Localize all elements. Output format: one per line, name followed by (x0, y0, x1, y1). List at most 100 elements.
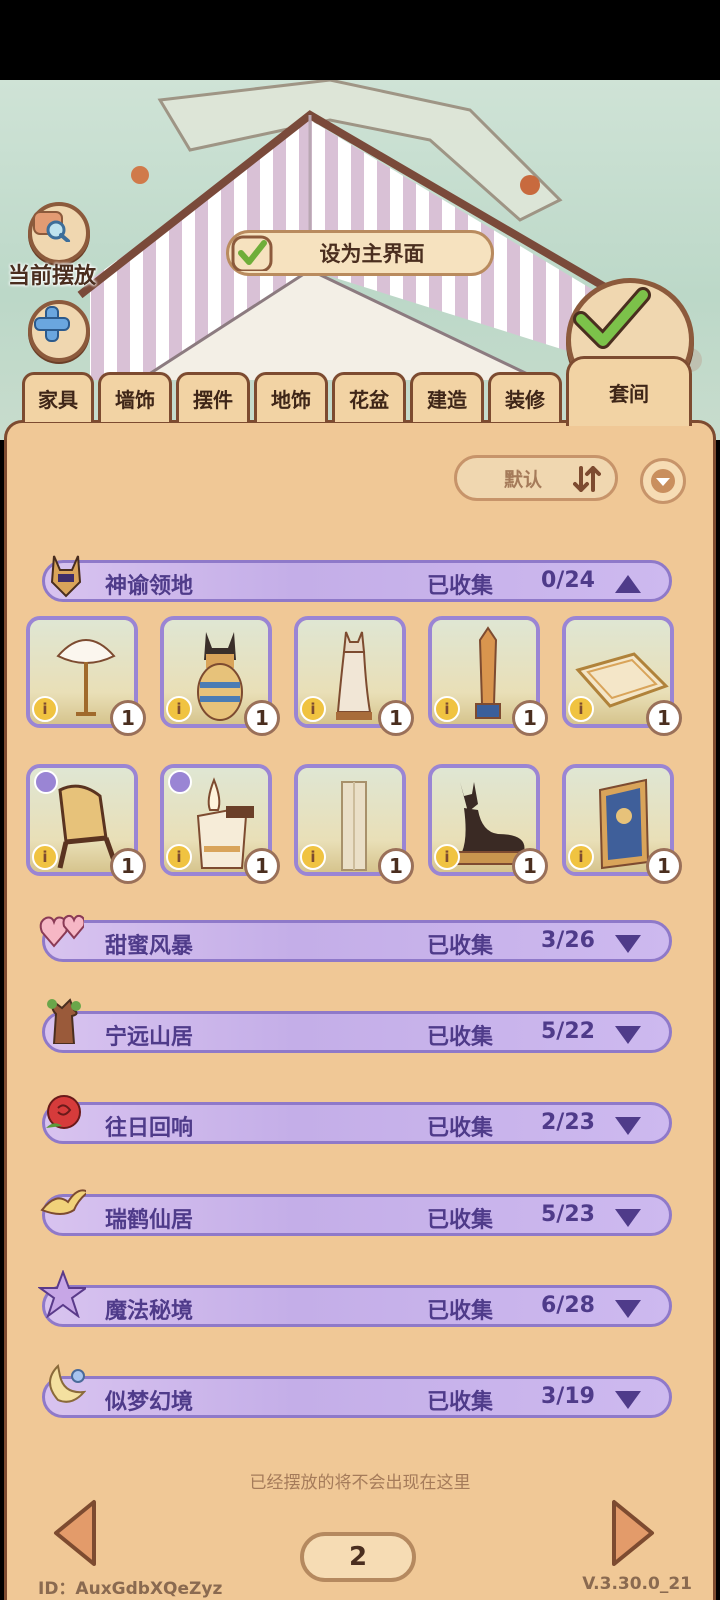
item-quantity: 1 (512, 700, 548, 736)
collected-label: 已收集 (427, 934, 494, 959)
tab-wall-decor[interactable]: 墙饰 (98, 372, 172, 422)
suite-name: 瑞鹤仙居 (105, 1208, 194, 1233)
item-card[interactable]: i 1 (26, 616, 146, 736)
check-icon (573, 287, 651, 349)
collected-count: 6/28 (541, 1293, 595, 1318)
prev-page-arrow-icon[interactable] (52, 1498, 98, 1568)
item-quantity: 1 (110, 848, 146, 884)
item-card[interactable]: i 1 (294, 616, 414, 736)
item-card[interactable]: i 1 (160, 616, 280, 736)
info-icon[interactable]: i (166, 844, 192, 870)
collected-count: 5/22 (541, 1019, 595, 1044)
canopic-jar-icon (197, 632, 243, 721)
current-placed-button[interactable] (28, 202, 90, 264)
info-icon[interactable]: i (568, 844, 594, 870)
suite-name: 神谕领地 (105, 574, 194, 599)
crane-icon (40, 1189, 86, 1215)
info-icon[interactable]: i (434, 844, 460, 870)
cat-statue-icon (336, 631, 372, 720)
item-quantity: 1 (512, 848, 548, 884)
collected-count: 3/26 (541, 928, 595, 953)
tab-suites[interactable]: 套间 (566, 356, 692, 426)
feather-fan-icon (56, 639, 116, 716)
scroll-search-icon (33, 211, 70, 242)
chevron-up-icon (615, 575, 641, 593)
info-icon[interactable]: i (300, 696, 326, 722)
info-icon[interactable]: i (32, 844, 58, 870)
tab-building[interactable]: 建造 (410, 372, 484, 422)
filter-dropdown-button[interactable] (640, 458, 686, 504)
app-version: V.3.30.0_21 (582, 1574, 692, 1594)
rose-icon (46, 1095, 81, 1129)
item-card[interactable]: i 1 (26, 764, 146, 884)
item-card[interactable]: i 1 (562, 764, 682, 884)
chevron-down-icon (615, 1117, 641, 1135)
status-bar (0, 0, 720, 80)
suite-row[interactable]: 往日回响 已收集 2/23 (42, 1102, 672, 1144)
page-number: 2 (300, 1532, 416, 1582)
item-card[interactable]: i 1 (562, 616, 682, 736)
current-placed-label: 当前摆放 (8, 264, 97, 289)
info-icon[interactable]: i (32, 696, 58, 722)
placement-hint: 已经摆放的将不会出现在这里 (249, 1473, 471, 1493)
suite-name: 魔法秘境 (105, 1299, 194, 1324)
tab-ornaments[interactable]: 摆件 (176, 372, 250, 422)
item-quantity: 1 (378, 848, 414, 884)
item-card[interactable]: i 1 (428, 764, 548, 884)
suite-name: 宁远山居 (105, 1025, 194, 1050)
hearts-icon (39, 914, 84, 948)
collected-label: 已收集 (427, 1299, 494, 1324)
collected-count: 2/23 (541, 1110, 595, 1135)
suite-row[interactable]: 甜蜜风暴 已收集 3/26 (42, 920, 672, 962)
collected-label: 已收集 (427, 1116, 494, 1141)
next-page-arrow-icon[interactable] (610, 1498, 656, 1568)
user-id: ID：AuxGdbXQeZyz (38, 1579, 223, 1599)
item-quantity: 1 (244, 700, 280, 736)
collected-label: 已收集 (427, 1025, 494, 1050)
suite-row[interactable]: 似梦幻境 已收集 3/19 (42, 1376, 672, 1418)
collected-count: 0/24 (541, 568, 595, 593)
moon-icon (49, 1363, 86, 1403)
collected-label: 已收集 (427, 1390, 494, 1415)
suite-name: 似梦幻境 (105, 1390, 194, 1415)
chevron-down-icon (615, 935, 641, 953)
tab-decoration[interactable]: 装修 (488, 372, 562, 422)
collected-label: 已收集 (427, 1208, 494, 1233)
collected-count: 5/23 (541, 1202, 595, 1227)
sort-order-icon (573, 466, 601, 492)
info-icon[interactable]: i (568, 696, 594, 722)
chevron-down-icon (615, 1391, 641, 1409)
item-card[interactable]: i 1 (160, 764, 280, 884)
sort-button[interactable]: 默认 (454, 455, 618, 501)
suite-row[interactable]: 瑞鹤仙居 已收集 5/23 (42, 1194, 672, 1236)
suite-row[interactable]: 魔法秘境 已收集 6/28 (42, 1285, 672, 1327)
info-icon[interactable]: i (166, 696, 192, 722)
tab-floor-decor[interactable]: 地饰 (254, 372, 328, 422)
item-card[interactable]: i 1 (428, 616, 548, 736)
chevron-down-icon (615, 1026, 641, 1044)
anubis-mask-icon (50, 555, 82, 598)
magic-star-icon (38, 1270, 86, 1318)
item-card[interactable]: i 1 (294, 764, 414, 884)
info-icon[interactable]: i (434, 696, 460, 722)
item-quantity: 1 (110, 700, 146, 736)
tab-furniture[interactable]: 家具 (22, 372, 94, 422)
suite-row[interactable]: 宁远山居 已收集 5/22 (42, 1011, 672, 1053)
set-main-screen-button[interactable]: 设为主界面 (226, 230, 494, 276)
suite-name: 甜蜜风暴 (105, 934, 194, 959)
info-icon[interactable]: i (300, 844, 326, 870)
item-quantity: 1 (378, 700, 414, 736)
tab-flowerpots[interactable]: 花盆 (332, 372, 406, 422)
stone-pillar-icon (341, 781, 367, 871)
add-button[interactable] (28, 300, 90, 362)
suite-name: 往日回响 (105, 1116, 194, 1141)
suite-row[interactable]: 神谕领地 已收集 0/24 (42, 560, 672, 602)
collected-label: 已收集 (427, 574, 494, 599)
plus-icon (34, 306, 70, 342)
item-quantity: 1 (646, 848, 682, 884)
chevron-down-icon (615, 1300, 641, 1318)
tree-stump-icon (47, 998, 81, 1044)
checkbox-checked-icon (231, 235, 273, 271)
category-tabs: 家具 墙饰 摆件 地饰 花盆 建造 装修 套间 (22, 356, 712, 426)
wall-tapestry-icon (598, 778, 650, 870)
